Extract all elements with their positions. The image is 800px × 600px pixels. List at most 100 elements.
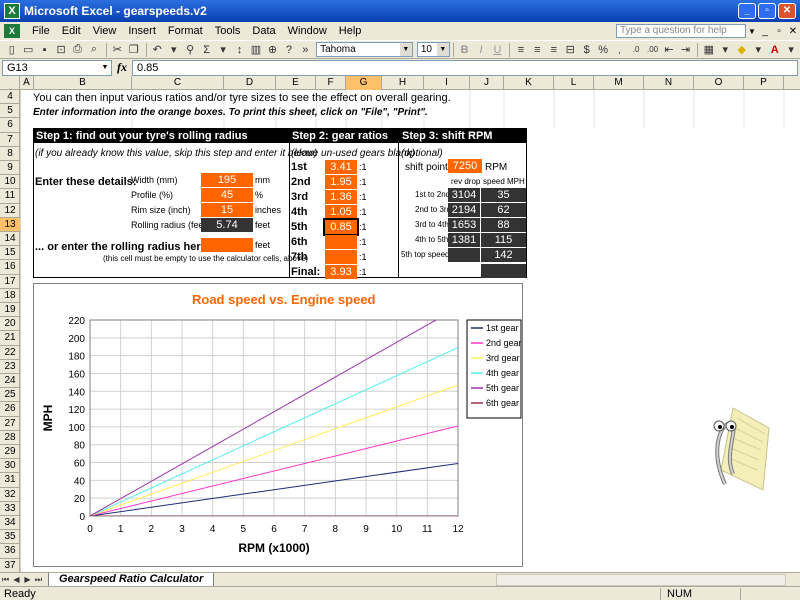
row-header-16[interactable]: 16 [0, 260, 20, 275]
row-header-6[interactable]: 6 [0, 118, 20, 133]
autosum-icon[interactable]: Σ [199, 42, 214, 58]
column-header-m[interactable]: M [594, 76, 644, 90]
column-header-d[interactable]: D [224, 76, 276, 90]
align-right-icon[interactable]: ≡ [546, 42, 561, 58]
toolbar-options-icon[interactable]: » [298, 42, 313, 58]
row-header-32[interactable]: 32 [0, 488, 20, 502]
font-name-select[interactable]: Tahoma ▼ [316, 42, 413, 57]
column-header-o[interactable]: O [694, 76, 744, 90]
help-search-input[interactable]: Type a question for help [616, 24, 746, 38]
workbook-minimize-button[interactable]: _ [758, 26, 772, 37]
row-header-21[interactable]: 21 [0, 331, 20, 346]
office-assistant-icon[interactable] [703, 398, 773, 494]
column-header-g[interactable]: G [346, 76, 382, 90]
chevron-down-icon[interactable]: ▼ [399, 43, 412, 56]
menu-data[interactable]: Data [246, 25, 281, 37]
currency-icon[interactable]: $ [579, 42, 594, 58]
column-header-f[interactable]: F [316, 76, 346, 90]
column-header-h[interactable]: H [382, 76, 424, 90]
font-size-select[interactable]: 10 ▼ [416, 42, 450, 57]
rolling-radius-override-input[interactable] [201, 238, 253, 252]
next-sheet-icon[interactable]: ▶ [22, 575, 33, 584]
close-button[interactable]: ✕ [778, 3, 796, 19]
gear-ratio-input-5[interactable] [325, 235, 357, 249]
gear-ratio-input-4[interactable]: 0.85 [323, 218, 359, 236]
font-color-icon[interactable]: A [767, 42, 782, 58]
excel-app-icon[interactable]: X [4, 3, 20, 19]
row-header-26[interactable]: 26 [0, 402, 20, 417]
menu-format[interactable]: Format [162, 25, 209, 37]
decrease-decimal-icon[interactable]: .00 [645, 42, 660, 58]
row-header-24[interactable]: 24 [0, 374, 20, 389]
decrease-indent-icon[interactable]: ⇤ [661, 42, 676, 58]
align-center-icon[interactable]: ≡ [530, 42, 545, 58]
borders-icon[interactable]: ▦ [701, 42, 716, 58]
row-header-34[interactable]: 34 [0, 516, 20, 531]
row-header-29[interactable]: 29 [0, 445, 20, 460]
row-header-5[interactable]: 5 [0, 104, 20, 119]
chevron-down-icon[interactable]: ▾ [215, 42, 230, 58]
row-header-20[interactable]: 20 [0, 317, 20, 332]
open-icon[interactable]: ▭ [20, 42, 35, 58]
maximize-button[interactable]: ▫ [758, 3, 776, 19]
column-header-b[interactable]: B [34, 76, 132, 90]
row-header-18[interactable]: 18 [0, 289, 20, 303]
column-header-k[interactable]: K [504, 76, 554, 90]
chevron-down-icon[interactable]: ▼ [99, 61, 111, 75]
chevron-down-icon[interactable]: ▼ [436, 43, 449, 56]
zoom-icon[interactable]: ⊕ [265, 42, 280, 58]
gear-ratio-input-0[interactable]: 3.41 [325, 160, 357, 174]
minimize-button[interactable]: _ [738, 3, 756, 19]
profile-input[interactable]: 45 [201, 188, 253, 202]
new-icon[interactable]: ▯ [4, 42, 19, 58]
row-header-9[interactable]: 9 [0, 161, 20, 176]
horizontal-scrollbar[interactable] [496, 573, 786, 586]
column-header-e[interactable]: E [276, 76, 316, 90]
row-header-22[interactable]: 22 [0, 346, 20, 360]
row-header-28[interactable]: 28 [0, 431, 20, 445]
row-header-8[interactable]: 8 [0, 147, 20, 161]
workbook-icon[interactable]: X [4, 24, 20, 38]
row-header-36[interactable]: 36 [0, 544, 20, 559]
row-header-23[interactable]: 23 [0, 360, 20, 374]
menu-view[interactable]: View [87, 25, 123, 37]
row-header-12[interactable]: 12 [0, 204, 20, 218]
workbook-restore-button[interactable]: ▫ [772, 26, 786, 37]
italic-icon[interactable]: I [473, 42, 488, 58]
sheet-tab-gearspeed[interactable]: Gearspeed Ratio Calculator [48, 572, 215, 587]
row-header-13[interactable]: 13 [0, 217, 20, 232]
print-icon[interactable]: ⎙ [70, 42, 85, 58]
row-header-11[interactable]: 11 [0, 189, 20, 204]
print-preview-icon[interactable]: ⌕ [86, 42, 101, 58]
underline-icon[interactable]: U [490, 42, 505, 58]
rim-size-input[interactable]: 15 [201, 203, 253, 217]
column-header-a[interactable]: A [20, 76, 34, 90]
save-icon[interactable]: ▪ [37, 42, 52, 58]
row-header-30[interactable]: 30 [0, 459, 20, 474]
last-sheet-icon[interactable]: ⏭ [33, 575, 44, 585]
row-header-14[interactable]: 14 [0, 232, 20, 247]
bold-icon[interactable]: B [457, 42, 472, 58]
row-header-4[interactable]: 4 [0, 90, 20, 105]
row-header-10[interactable]: 10 [0, 175, 20, 190]
increase-decimal-icon[interactable]: .0 [628, 42, 643, 58]
shift-point-input[interactable]: 7250 [448, 159, 482, 173]
name-box[interactable]: G13 ▼ [2, 59, 112, 76]
menu-tools[interactable]: Tools [209, 25, 247, 37]
chevron-down-icon[interactable]: ▼ [746, 27, 758, 36]
row-header-37[interactable]: 37 [0, 559, 20, 573]
column-header-n[interactable]: N [644, 76, 694, 90]
menu-window[interactable]: Window [282, 25, 333, 37]
column-header-j[interactable]: J [470, 76, 504, 90]
column-header-c[interactable]: C [132, 76, 224, 90]
sort-icon[interactable]: ↕ [232, 42, 247, 58]
gear-ratio-input-7[interactable]: 3.93 [325, 265, 357, 279]
permission-icon[interactable]: ⊡ [53, 42, 68, 58]
row-header-31[interactable]: 31 [0, 473, 20, 488]
row-header-25[interactable]: 25 [0, 388, 20, 403]
gear-ratio-input-1[interactable]: 1.95 [325, 175, 357, 189]
gear-ratio-input-6[interactable] [325, 250, 357, 264]
insert-function-icon[interactable]: fx [112, 60, 132, 75]
menu-help[interactable]: Help [333, 25, 368, 37]
menu-insert[interactable]: Insert [122, 25, 162, 37]
